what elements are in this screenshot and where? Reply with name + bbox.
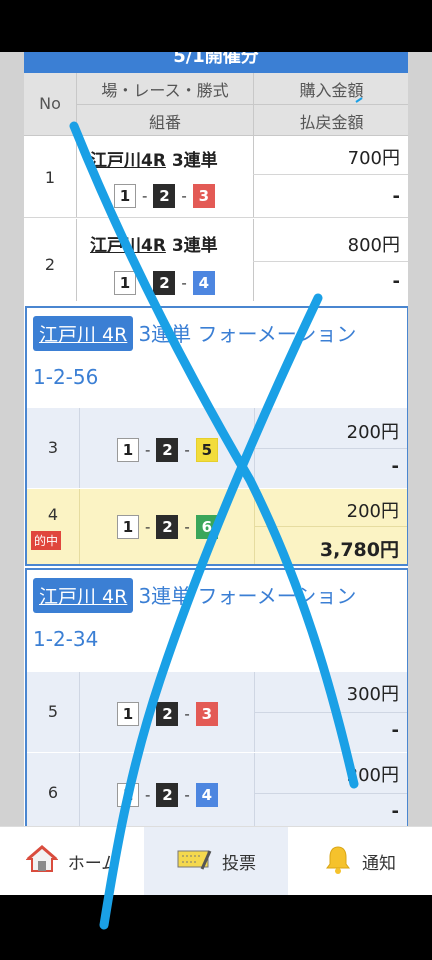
boat-number: 6 <box>195 515 218 539</box>
race-info[interactable]: 江戸川4R 3連単 <box>90 146 218 171</box>
row-no: 5 <box>47 702 59 721</box>
home-icon <box>25 845 59 878</box>
venue-link[interactable]: 江戸川4R <box>90 236 166 256</box>
bell-icon <box>324 844 352 879</box>
boat-number: 1 <box>117 515 139 539</box>
row-no: 6 <box>47 783 59 802</box>
row-no: 4 <box>47 505 59 524</box>
formation-pattern: 1-2-34 <box>33 627 99 651</box>
boat-number: 1 <box>117 438 139 462</box>
boat-number: 2 <box>156 783 179 807</box>
buy-amount: 200円 <box>346 422 399 443</box>
formation-title: 3連単 フォーメーション <box>138 322 357 346</box>
formation-block: 江戸川 4R 3連単 フォーメーション 1-2-56 3 1- 2- 5 200… <box>25 306 408 566</box>
nav-home-label: ホーム <box>67 854 119 874</box>
nav-vote-label: 投票 <box>222 854 256 874</box>
table-row[interactable]: 2 江戸川4R 3連単 1- 2- 4 800円 - <box>24 219 408 301</box>
nav-notify-label: 通知 <box>362 854 396 874</box>
boat-number: 2 <box>156 515 179 539</box>
boat-number: 2 <box>156 438 179 462</box>
payout-amount: - <box>392 271 400 292</box>
nav-vote[interactable]: 投票 <box>144 827 288 895</box>
payout-amount: - <box>391 720 399 741</box>
formation-header: 江戸川 4R 3連単 フォーメーション 1-2-56 <box>27 308 407 389</box>
ticket-icon <box>176 847 212 876</box>
boat-number: 1 <box>117 783 139 807</box>
boat-number: 1 <box>117 702 139 726</box>
boat-number: 5 <box>195 438 218 462</box>
boat-number: 3 <box>195 702 218 726</box>
boat-number: 3 <box>192 184 215 208</box>
buy-amount: 800円 <box>347 235 400 256</box>
formation-title: 3連単 フォーメーション <box>138 584 357 608</box>
boat-number: 4 <box>192 271 215 295</box>
boat-number: 2 <box>153 184 176 208</box>
combo: 1- 2- 3 <box>114 184 215 208</box>
hit-badge: 的中 <box>31 531 62 550</box>
venue-link[interactable]: 江戸川4R <box>90 151 166 171</box>
table-row[interactable]: 3 1- 2- 5 200円 - <box>27 408 407 488</box>
row-no: 1 <box>44 168 56 187</box>
nav-home[interactable]: ホーム <box>0 827 144 895</box>
boat-number: 1 <box>114 271 136 295</box>
formation-header: 江戸川 4R 3連単 フォーメーション 1-2-34 <box>27 570 407 651</box>
buy-amount: 300円 <box>346 765 399 786</box>
table-row-hit[interactable]: 4 的中 1- 2- 6 200円 3,780円 <box>27 489 407 564</box>
boat-number: 2 <box>156 702 179 726</box>
bottom-nav: ホーム 投票 通知 <box>0 826 432 895</box>
boat-number: 4 <box>195 783 218 807</box>
bet-type: 3連単 <box>171 151 218 171</box>
boat-number: 1 <box>114 184 136 208</box>
venue-tag[interactable]: 江戸川 4R <box>33 316 134 351</box>
race-info[interactable]: 江戸川4R 3連単 <box>90 231 218 256</box>
formation-pattern: 1-2-56 <box>33 365 99 389</box>
col-payout: 払戻金額 <box>299 113 364 132</box>
buy-amount: 300円 <box>346 684 399 705</box>
table-header: No 場・レース・勝式 組番 購入金額 払戻金額 <box>24 73 408 136</box>
screen: 5/1開催分 No 場・レース・勝式 組番 購入金額 払戻金額 1 江戸川4R … <box>0 52 432 895</box>
nav-notify[interactable]: 通知 <box>288 827 432 895</box>
payout-amount: - <box>391 801 399 822</box>
payout-amount: - <box>392 186 400 207</box>
payout-amount: 3,780円 <box>319 539 399 561</box>
col-no: No <box>39 94 61 113</box>
day-header: 5/1開催分 <box>24 52 408 73</box>
buy-amount: 200円 <box>346 501 399 522</box>
combo: 1- 2- 5 <box>117 438 218 462</box>
col-combo: 組番 <box>148 113 181 132</box>
combo: 1- 2- 6 <box>117 515 218 539</box>
buy-amount: 700円 <box>347 148 400 169</box>
table-row[interactable]: 6 1- 2- 4 300円 - <box>27 753 407 833</box>
col-buy: 購入金額 <box>299 81 364 100</box>
row-no: 2 <box>44 255 56 274</box>
bet-type: 3連単 <box>171 236 218 256</box>
combo: 1- 2- 4 <box>117 783 218 807</box>
payout-amount: - <box>391 456 399 477</box>
venue-tag[interactable]: 江戸川 4R <box>33 578 134 613</box>
col-race: 場・レース・勝式 <box>101 81 229 100</box>
bet-history-card: 5/1開催分 No 場・レース・勝式 組番 購入金額 払戻金額 1 江戸川4R … <box>24 52 408 878</box>
boat-number: 2 <box>153 271 176 295</box>
combo: 1- 2- 3 <box>117 702 218 726</box>
table-row[interactable]: 5 1- 2- 3 300円 - <box>27 672 407 752</box>
row-no: 3 <box>47 438 59 457</box>
table-row[interactable]: 1 江戸川4R 3連単 1- 2- 3 700円 - <box>24 136 408 218</box>
combo: 1- 2- 4 <box>114 271 215 295</box>
